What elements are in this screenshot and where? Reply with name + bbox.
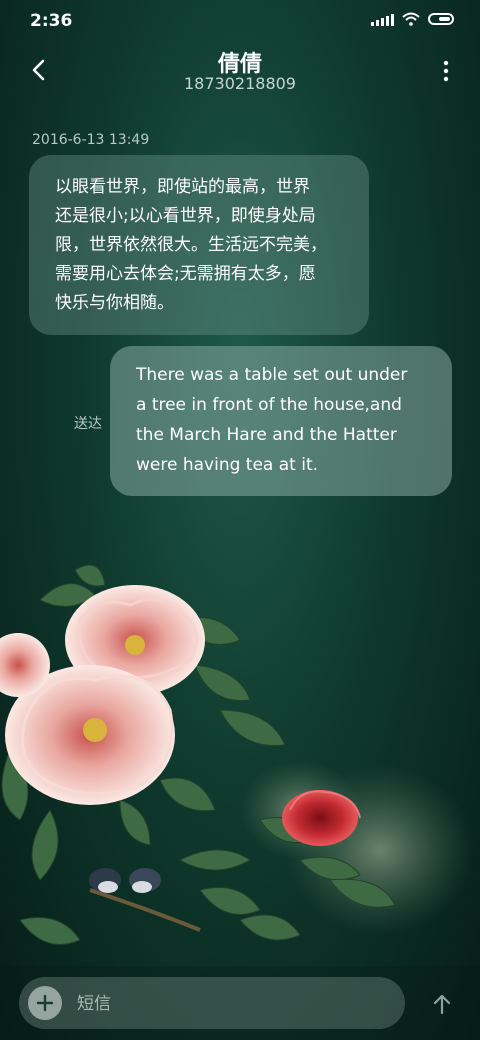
- status-bar: 2:36: [0, 0, 480, 40]
- send-arrow-icon: [433, 994, 451, 1015]
- conversation-header: 倩倩 18730218809: [0, 40, 480, 110]
- add-attachment-button[interactable]: [28, 986, 62, 1020]
- wifi-icon: [402, 12, 420, 26]
- status-icons: [371, 12, 454, 26]
- message-line: the March Hare and the Hatter: [136, 425, 397, 445]
- message-line: 需要用心去体会;无需拥有太多，愿: [55, 264, 316, 284]
- message-line: 以眼看世界，即使站的最高，世界: [55, 177, 310, 197]
- message-line: 限，世界依然很大。生活远不完美，: [55, 235, 327, 255]
- contact-phone: 18730218809: [184, 74, 296, 93]
- message-input[interactable]: [75, 987, 389, 1021]
- peony-wallpaper-image: [0, 564, 475, 945]
- battery-icon: [428, 13, 454, 25]
- message-line: 还是很小;以心看世界，即使身处局: [55, 206, 316, 226]
- message-line: a tree in front of the house,and: [136, 395, 402, 415]
- message-line: There was a table set out under: [136, 365, 408, 385]
- more-button[interactable]: [436, 56, 456, 86]
- delivery-status: 送达: [74, 416, 102, 432]
- more-vertical-icon: [443, 60, 449, 82]
- incoming-message-bubble[interactable]: 以眼看世界，即使站的最高，世界 还是很小;以心看世界，即使身处局 限，世界依然很…: [29, 155, 369, 335]
- compose-field: [19, 977, 405, 1029]
- plus-icon: [36, 994, 54, 1012]
- status-time: 2:36: [30, 11, 73, 31]
- outgoing-message-bubble[interactable]: There was a table set out under a tree i…: [110, 346, 452, 496]
- send-button[interactable]: [428, 990, 456, 1018]
- message-timestamp: 2016-6-13 13:49: [32, 132, 150, 148]
- message-line: were having tea at it.: [136, 455, 319, 475]
- message-line: 快乐与你相随。: [55, 293, 174, 313]
- signal-icon: [371, 12, 394, 26]
- compose-bar: [0, 966, 480, 1040]
